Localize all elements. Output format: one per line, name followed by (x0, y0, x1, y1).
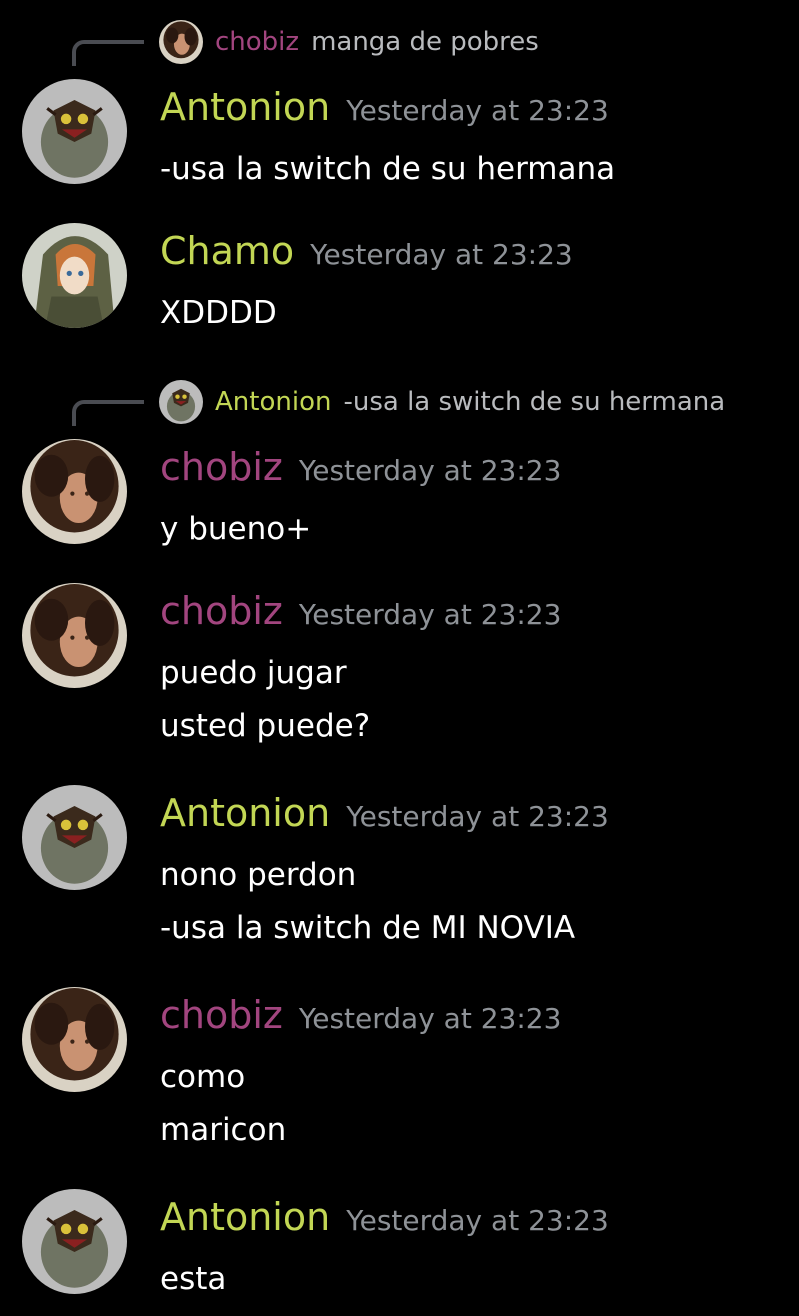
author-name[interactable]: Antonion (160, 1195, 330, 1239)
antonion-avatar[interactable] (22, 785, 127, 890)
author-name[interactable]: chobiz (160, 589, 283, 633)
message-body: -usa la switch de su hermana (160, 143, 615, 196)
chobiz-avatar[interactable] (22, 987, 127, 1092)
reply-text[interactable]: manga de pobres (311, 27, 539, 57)
author-name[interactable]: Chamo (160, 229, 294, 273)
antonion-avatar[interactable] (22, 1189, 127, 1294)
chobiz-mini-avatar[interactable] (159, 20, 203, 64)
antonion-mini-avatar[interactable] (159, 380, 203, 424)
message-line: esta (160, 1261, 227, 1297)
timestamp: Yesterday at 23:23 (346, 94, 609, 127)
timestamp: Yesterday at 23:23 (298, 598, 562, 631)
timestamp: Yesterday at 23:23 (346, 1204, 609, 1237)
message-body: y bueno+ (160, 503, 311, 556)
author-name[interactable]: Antonion (160, 791, 330, 835)
message-line: puedo jugar (160, 655, 347, 691)
timestamp: Yesterday at 23:23 (298, 1002, 562, 1035)
message-line: maricon (160, 1112, 287, 1148)
message-line: -usa la switch de su hermana (160, 151, 616, 187)
reply-author[interactable]: chobiz (215, 27, 299, 57)
reply-connector (72, 400, 144, 426)
message-body: como maricon (160, 1051, 286, 1157)
reply-preview[interactable]: Antonion -usa la switch de su hermana (0, 380, 799, 426)
author-name[interactable]: chobiz (160, 445, 283, 489)
message-body: nono perdon -usa la switch de MI NOVIA (160, 849, 575, 955)
message-body: esta (160, 1253, 226, 1306)
timestamp: Yesterday at 23:23 (346, 800, 609, 833)
message-line: nono perdon (160, 857, 357, 893)
timestamp: Yesterday at 23:23 (298, 454, 562, 487)
message-line: usted puede? (160, 708, 371, 744)
chobiz-avatar[interactable] (22, 439, 127, 544)
antonion-avatar[interactable] (22, 79, 127, 184)
reply-connector (72, 40, 144, 66)
reply-text[interactable]: -usa la switch de su hermana (343, 387, 725, 417)
message-line: como (160, 1059, 246, 1095)
message-line: -usa la switch de MI NOVIA (160, 910, 576, 946)
reply-author[interactable]: Antonion (215, 387, 331, 417)
message-body: XDDDD (160, 287, 277, 340)
timestamp: Yesterday at 23:23 (310, 238, 573, 271)
author-name[interactable]: Antonion (160, 85, 330, 129)
reply-preview[interactable]: chobiz manga de pobres (0, 20, 799, 66)
author-name[interactable]: chobiz (160, 993, 283, 1037)
message-line: y bueno+ (160, 511, 312, 547)
message-body: puedo jugar usted puede? (160, 647, 370, 753)
chamo-avatar[interactable] (22, 223, 127, 328)
message-line: XDDDD (160, 295, 277, 331)
chobiz-avatar[interactable] (22, 583, 127, 688)
